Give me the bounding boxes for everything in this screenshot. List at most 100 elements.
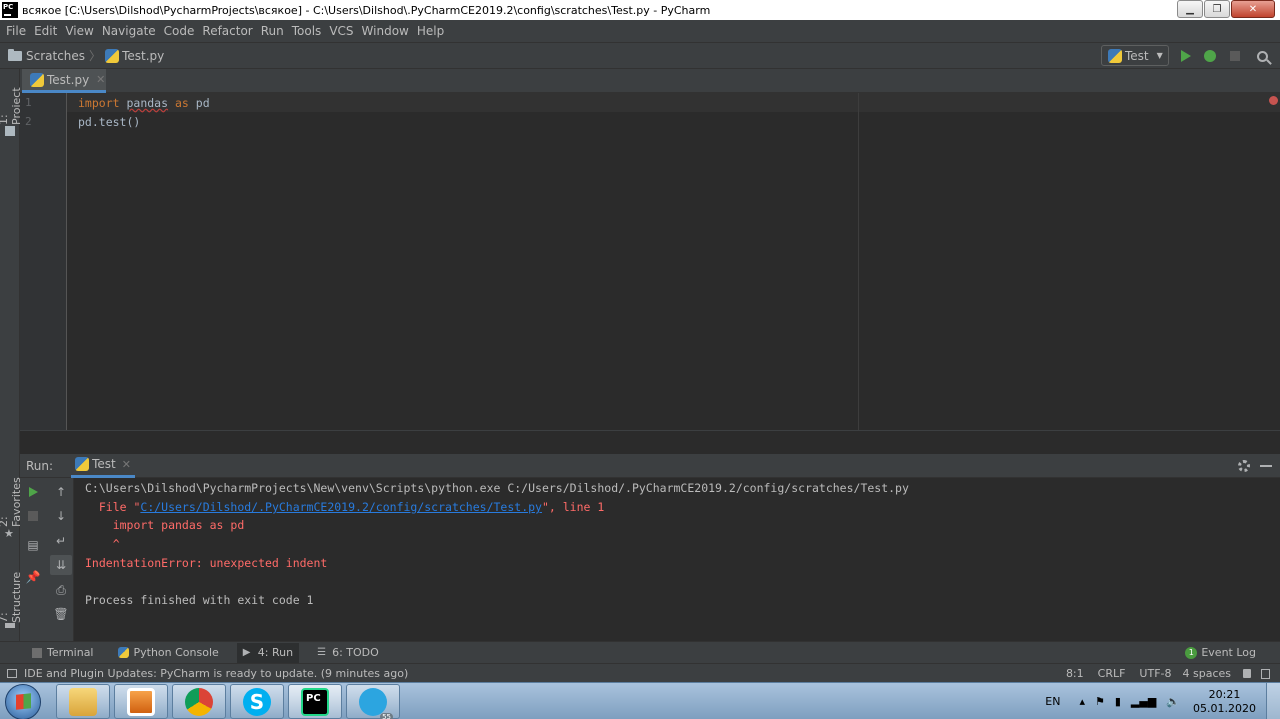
status-bar: IDE and Plugin Updates: PyCharm is ready…: [0, 663, 1280, 682]
code-editor[interactable]: 1 2 import pandas as pd pd.test(): [20, 93, 1280, 430]
file-encoding[interactable]: UTF-8: [1139, 667, 1171, 680]
run-tool-tab[interactable]: ▶ 4: Run: [236, 642, 300, 663]
menu-help[interactable]: Help: [417, 24, 444, 38]
restore-layout-button[interactable]: ▤: [24, 536, 42, 554]
menu-view[interactable]: View: [65, 24, 93, 38]
traceback-file-link[interactable]: C:/Users/Dilshod/.PyCharmCE2019.2/config…: [140, 500, 542, 514]
action-center-flag-icon[interactable]: ⚑: [1095, 695, 1105, 708]
menu-edit[interactable]: Edit: [34, 24, 57, 38]
close-tab-icon[interactable]: ✕: [96, 73, 105, 86]
breadcrumb-scratches[interactable]: Scratches 〉: [8, 47, 101, 64]
structure-icon: [5, 623, 15, 628]
close-tab-icon[interactable]: ✕: [122, 458, 131, 471]
structure-tool-tab[interactable]: 7: Structure: [0, 559, 23, 623]
run-panel-header: Run: Test ✕: [20, 454, 1280, 478]
python-icon: [1108, 48, 1122, 63]
inspector-icon[interactable]: [1261, 668, 1270, 679]
pin-tab-button[interactable]: 📌: [24, 568, 42, 586]
layout-icon: ▤: [27, 538, 39, 552]
soft-wrap-button[interactable]: ↵: [52, 532, 70, 550]
todo-tab[interactable]: ☰ 6: TODO: [311, 643, 385, 663]
menu-tools[interactable]: Tools: [292, 24, 322, 38]
python-console-tab[interactable]: Python Console: [112, 643, 225, 663]
scroll-to-end-button[interactable]: ⇊: [50, 555, 72, 575]
keyword-token: as: [174, 96, 189, 110]
breadcrumb-test-py[interactable]: Test.py: [105, 48, 165, 63]
menu-file[interactable]: File: [6, 24, 26, 38]
telegram-unread-badge: 55: [380, 712, 393, 719]
terminal-tab[interactable]: Terminal: [26, 643, 100, 663]
console-error-line: IndentationError: unexpected indent: [85, 556, 328, 570]
stop-button[interactable]: [1226, 47, 1244, 65]
rerun-button[interactable]: [24, 483, 42, 501]
taskbar-pycharm[interactable]: PC: [288, 684, 342, 719]
terminal-icon: [32, 647, 42, 658]
status-message[interactable]: IDE and Plugin Updates: PyCharm is ready…: [24, 667, 408, 680]
terminal-tab-label: Terminal: [47, 646, 94, 659]
python-console-tab-label: Python Console: [133, 646, 219, 659]
taskbar-media-player[interactable]: [114, 684, 168, 719]
favorites-tool-tab[interactable]: 2: Favorites: [0, 467, 23, 527]
chrome-icon: [185, 687, 213, 716]
indent-setting[interactable]: 4 spaces: [1183, 667, 1232, 680]
restore-window-button[interactable]: ❐: [1204, 0, 1230, 18]
close-window-button[interactable]: ✕: [1231, 0, 1275, 18]
search-icon: [1256, 50, 1268, 62]
menu-navigate[interactable]: Navigate: [102, 24, 156, 38]
taskbar-skype[interactable]: S: [230, 684, 284, 719]
clock-time: 20:21: [1208, 687, 1241, 701]
panel-splitter[interactable]: [20, 430, 1280, 454]
search-everywhere-button[interactable]: [1253, 47, 1271, 65]
taskbar-chrome[interactable]: [172, 684, 226, 719]
menu-code[interactable]: Code: [164, 24, 195, 38]
battery-icon[interactable]: ▮: [1115, 695, 1121, 708]
toggle-tool-windows-icon[interactable]: [7, 668, 17, 678]
run-button[interactable]: [1177, 47, 1195, 65]
gear-icon[interactable]: [1238, 460, 1250, 472]
print-button[interactable]: ⎙: [52, 581, 70, 599]
menu-window[interactable]: Window: [362, 24, 409, 38]
editor-tab-test-py[interactable]: Test.py ✕: [22, 69, 106, 93]
traceback-suffix: ", line 1: [541, 500, 605, 514]
show-desktop-button[interactable]: [1266, 683, 1280, 719]
menu-refactor[interactable]: Refactor: [202, 24, 252, 38]
run-console-output[interactable]: C:\Users\Dilshod\PycharmProjects\New\ven…: [74, 478, 1280, 641]
module-token: pandas: [126, 96, 169, 110]
error-stripe-icon[interactable]: [1269, 96, 1278, 105]
system-clock[interactable]: 20:21 05.01.2020: [1193, 688, 1256, 716]
taskbar-telegram[interactable]: 55: [346, 684, 400, 719]
project-tool-tab[interactable]: 1: Project: [0, 75, 23, 125]
caret-position[interactable]: 8:1: [1066, 667, 1084, 680]
menu-run[interactable]: Run: [261, 24, 284, 38]
show-hidden-icons-icon[interactable]: ▴: [1079, 695, 1085, 708]
chevron-right-icon: 〉: [89, 49, 102, 63]
pin-icon: 📌: [25, 570, 41, 584]
stop-button[interactable]: [24, 507, 42, 525]
run-tab-test[interactable]: Test ✕: [71, 454, 135, 478]
hide-panel-icon[interactable]: [1260, 465, 1272, 467]
line-separator[interactable]: CRLF: [1098, 667, 1126, 680]
event-log-tab[interactable]: 1 Event Log: [1185, 646, 1256, 659]
line-number: 2: [25, 115, 32, 128]
scroll-down-button[interactable]: ↓: [52, 507, 70, 525]
pycharm-icon: PC: [301, 687, 329, 716]
clear-all-button[interactable]: 🗑: [52, 605, 70, 623]
folder-icon: [8, 48, 22, 61]
run-configuration-select[interactable]: Test ▼: [1101, 45, 1169, 66]
run-toolbar: ↑ ↓ ▤ ↵ ⇊ 📌 ⎙ 🗑: [20, 478, 74, 641]
lock-icon[interactable]: [1243, 669, 1251, 678]
taskbar-explorer[interactable]: [56, 684, 110, 719]
volume-icon[interactable]: 🔈: [1166, 695, 1180, 708]
debug-button[interactable]: [1201, 47, 1219, 65]
run-tool-tab-label: 4: Run: [257, 646, 294, 659]
menu-vcs[interactable]: VCS: [329, 24, 353, 38]
breadcrumb-label: Test.py: [122, 48, 165, 63]
scroll-up-button[interactable]: ↑: [52, 483, 70, 501]
console-traceback-file-line: File "C:/Users/Dilshod/.PyCharmCE2019.2/…: [85, 500, 604, 514]
input-language[interactable]: EN: [1045, 695, 1060, 708]
start-button[interactable]: [5, 684, 41, 719]
network-signal-icon[interactable]: ▂▄▆: [1131, 695, 1156, 708]
folder-icon: [5, 126, 15, 136]
todo-icon: ☰: [317, 646, 327, 658]
minimize-window-button[interactable]: ▁: [1177, 0, 1203, 18]
